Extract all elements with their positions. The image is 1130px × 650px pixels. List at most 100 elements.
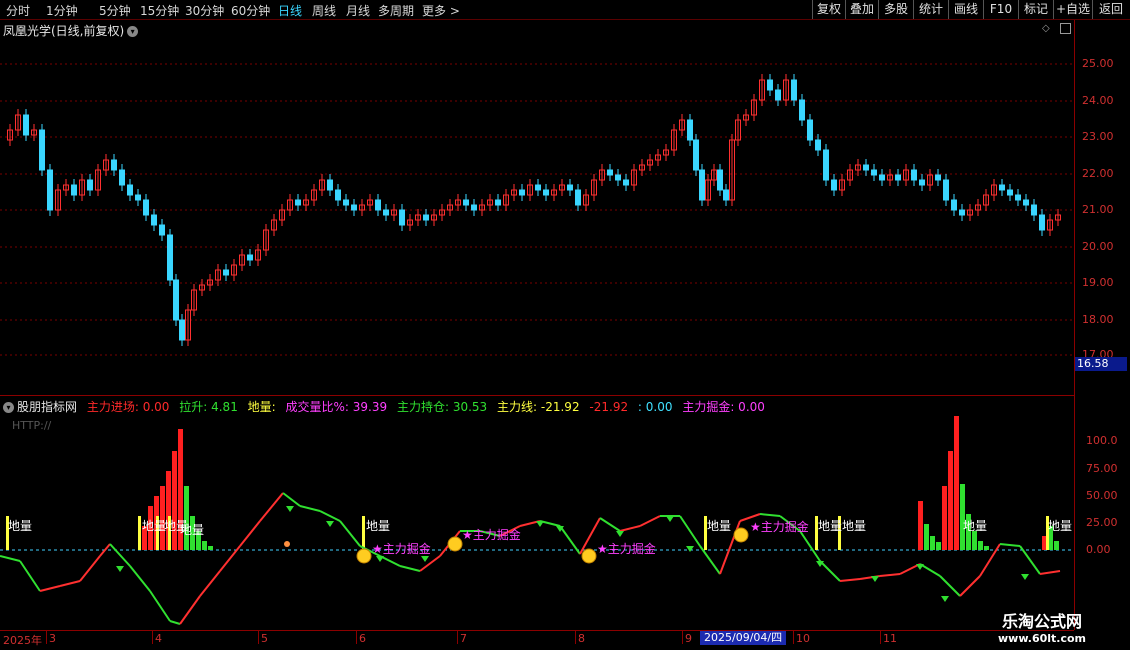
dili-label: 地量 [963, 519, 987, 533]
candle-body [335, 189, 341, 201]
down-arrow-icon [666, 516, 674, 522]
candle-body [179, 319, 185, 341]
main-force-line-segment [879, 573, 901, 577]
down-arrow-icon [326, 521, 334, 527]
price-tick: 21.00 [1082, 203, 1114, 216]
period-tab-more[interactable]: 更多 > [422, 2, 460, 19]
watermark-title: 乐淘公式网 [1002, 612, 1083, 631]
candle-body [543, 189, 549, 196]
candle-body [1031, 204, 1037, 216]
stats-button[interactable]: 统计 [913, 0, 948, 19]
down-arrow-icon [871, 576, 879, 582]
volume-bar [172, 451, 177, 550]
candle-body [699, 169, 705, 201]
candle-body [151, 214, 157, 226]
date-separator [880, 631, 881, 644]
right-axis-line [1074, 20, 1075, 630]
f10-button[interactable]: F10 [983, 0, 1018, 19]
candle-body [383, 209, 389, 216]
volume-bar [978, 541, 983, 550]
period-tab-fenshi[interactable]: 分时 [6, 2, 30, 19]
main-force-line-segment [759, 513, 781, 517]
mark-button[interactable]: 标记 [1018, 0, 1053, 19]
volume-bar [918, 501, 923, 550]
volume-bar [930, 536, 935, 550]
main-force-line-segment [199, 570, 221, 597]
candle-body [47, 169, 53, 211]
multi-stock-button[interactable]: 多股 [878, 0, 913, 19]
main-force-line-segment [259, 492, 284, 522]
candle-body [295, 199, 301, 206]
down-arrow-icon [286, 506, 294, 512]
main-force-line-segment [959, 575, 981, 597]
main-force-line-segment [839, 578, 861, 582]
main-force-line-segment [919, 563, 941, 577]
site-watermark: 乐淘公式网 www.60lt.com [998, 608, 1086, 645]
period-tab-multi[interactable]: 多周期 [378, 2, 414, 19]
period-tab-1min[interactable]: 1分钟 [46, 2, 78, 19]
candle-body [495, 199, 501, 206]
dili-label: 地量 [142, 519, 166, 533]
period-tab-weekly[interactable]: 周线 [312, 2, 336, 19]
down-arrow-icon [941, 596, 949, 602]
overlay-button[interactable]: 叠加 [845, 0, 878, 19]
dili-bar [362, 516, 365, 550]
volume-bar [202, 541, 207, 550]
candle-body [143, 199, 149, 216]
candle-body [167, 234, 173, 281]
candle-body [767, 79, 773, 91]
date-separator [356, 631, 357, 644]
candle-body [919, 179, 925, 186]
candle-body [535, 184, 541, 191]
price-tick: 25.00 [1082, 57, 1114, 70]
main-force-line-segment [19, 560, 41, 592]
main-force-line-segment [939, 575, 961, 597]
candle-body [943, 179, 949, 201]
candle-body [693, 139, 699, 171]
candle-body [1015, 194, 1021, 201]
date-label: 11 [883, 632, 897, 645]
period-tab-15min[interactable]: 15分钟 [140, 2, 179, 19]
period-tab-30min[interactable]: 30分钟 [185, 2, 224, 19]
date-label: 8 [578, 632, 585, 645]
volume-bar [924, 524, 929, 550]
candle-body [911, 169, 917, 181]
price-tick: 20.00 [1082, 240, 1114, 253]
back-button[interactable]: 返回 [1092, 0, 1129, 19]
add-favorite-button[interactable]: +自选 [1053, 0, 1092, 19]
down-arrow-icon [1021, 574, 1029, 580]
candle-body [119, 169, 125, 186]
volume-bar [960, 484, 965, 550]
dili-label: 地量 [818, 519, 842, 533]
candle-body [959, 209, 965, 216]
period-tab-monthly[interactable]: 月线 [346, 2, 370, 19]
candle-body [23, 114, 29, 136]
period-tab-5min[interactable]: 5分钟 [99, 2, 131, 19]
draw-line-button[interactable]: 画线 [948, 0, 983, 19]
candle-body [1007, 189, 1013, 196]
candle-body [173, 279, 179, 321]
candle-body [1023, 199, 1029, 206]
down-arrow-icon [916, 564, 924, 570]
main-force-line-segment [109, 543, 131, 567]
main-force-line-segment [0, 555, 21, 562]
period-tab-60min[interactable]: 60分钟 [231, 2, 270, 19]
indicator-chart[interactable]: 地量 地量地量地量 地量 地量 地量 地量 地量 地量★主力掘金★主力掘金★主力掘金★主力掘金 [0, 396, 1074, 630]
main-force-line-segment [319, 510, 341, 522]
juejin-label: ★主力掘金 [750, 519, 809, 534]
juejin-label: ★主力掘金 [372, 541, 431, 556]
candle-body [351, 204, 357, 211]
kline-chart[interactable] [0, 20, 1074, 395]
period-tab-daily[interactable]: 日线 [278, 2, 302, 19]
candle-body [723, 189, 729, 201]
fuquan-button[interactable]: 复权 [812, 0, 845, 19]
volume-bar [1054, 541, 1059, 550]
date-label: 3 [49, 632, 56, 645]
candle-body [159, 224, 165, 236]
price-tick: 23.00 [1082, 130, 1114, 143]
main-force-line-segment [129, 565, 151, 592]
watermark-url: www.60lt.com [998, 632, 1087, 645]
date-separator [46, 631, 47, 644]
candle-body [831, 179, 837, 191]
candle-body [223, 269, 229, 276]
